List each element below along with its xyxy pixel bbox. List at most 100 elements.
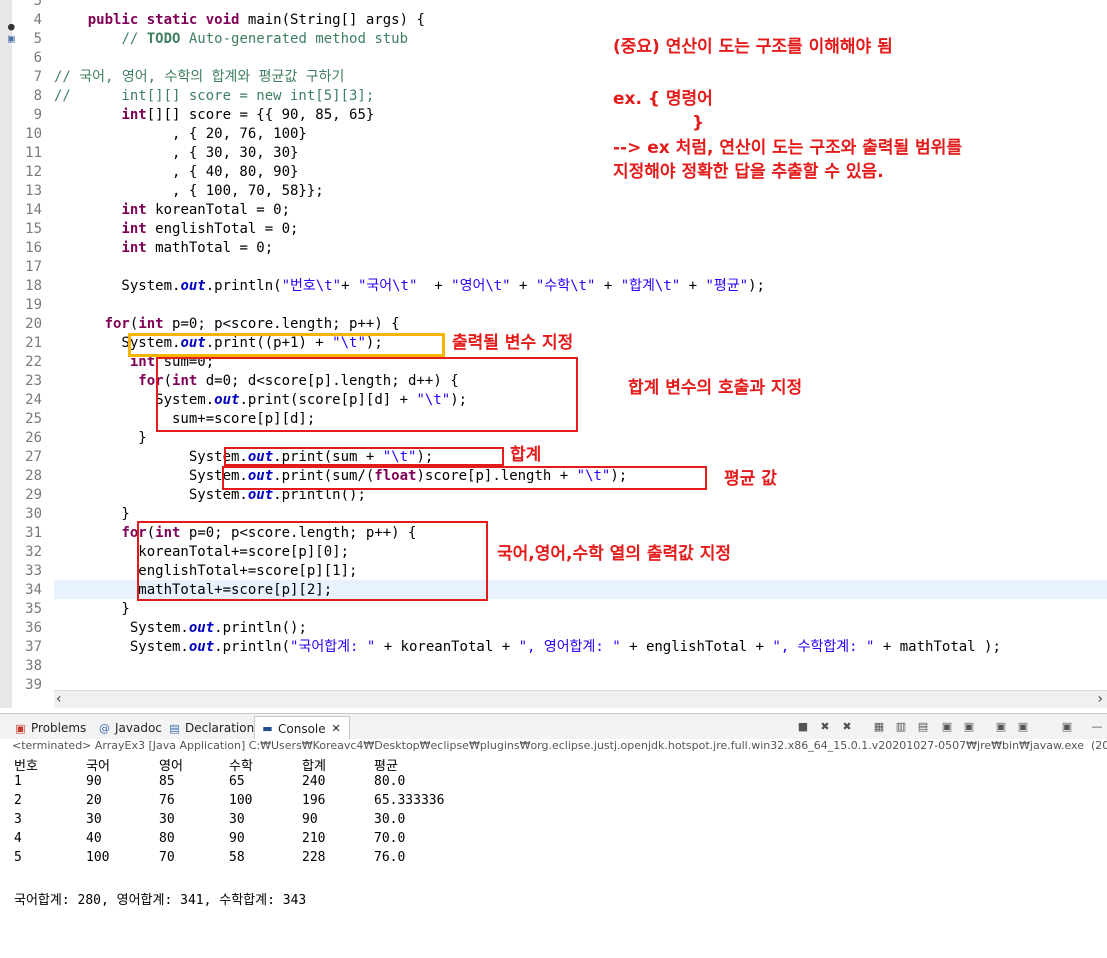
line-number: 17 <box>25 259 42 275</box>
console-cell: 210 <box>302 831 326 846</box>
horizontal-scrollbar[interactable]: ‹ › <box>54 690 1107 708</box>
javadoc-icon: @ <box>99 721 110 735</box>
pin-console-icon[interactable]: ▣ <box>940 720 954 734</box>
code-line[interactable]: } <box>54 505 129 524</box>
console-cell: 76.0 <box>374 850 406 865</box>
console-cell: 80.0 <box>374 774 406 789</box>
console-cell: 90 <box>229 831 245 846</box>
console-cell: 평균 <box>374 759 398 774</box>
view-menu-icon[interactable]: ▣ <box>1060 720 1074 734</box>
tab-problems[interactable]: ▣ Problems <box>14 718 86 738</box>
console-cell: 번호 <box>14 759 38 774</box>
console-cell: 30 <box>229 812 245 827</box>
tab-problems-label: Problems <box>31 721 87 735</box>
line-number: 33 <box>25 563 42 579</box>
code-line[interactable]: System.out.println("국어합계: " + koreanTota… <box>54 638 1001 657</box>
display-console-icon[interactable]: ▣ <box>962 720 976 734</box>
line-number: 24 <box>25 392 42 408</box>
line-number: 10 <box>25 126 42 142</box>
line-number: 14 <box>25 202 42 218</box>
code-line[interactable]: // 국어, 영어, 수학의 합계와 평균값 구하기 <box>54 68 344 87</box>
code-line[interactable]: System.out.println(); <box>54 619 307 638</box>
console-cell: 30.0 <box>374 812 406 827</box>
line-number: 5 <box>33 31 42 47</box>
task-marker-icon: ▣ <box>8 32 15 45</box>
tab-javadoc[interactable]: @ Javadoc <box>98 718 162 738</box>
code-line[interactable]: } <box>54 600 129 619</box>
line-number: 34 <box>25 582 42 598</box>
line-number: 25 <box>25 411 42 427</box>
code-line[interactable]: , { 20, 76, 100} <box>54 125 307 144</box>
console-cell: 수학 <box>229 759 253 774</box>
minimize-icon[interactable]: — <box>1090 720 1104 734</box>
line-number: 38 <box>25 658 42 674</box>
line-number: 9 <box>33 107 42 123</box>
view-tab-bar: ▣ Problems @ Javadoc ▤ Declaration ▬ Con… <box>0 713 1107 740</box>
code-line[interactable]: int[][] score = {{ 90, 85, 65} <box>54 106 374 125</box>
line-number: 4 <box>33 12 42 28</box>
editor-gutter <box>0 0 12 708</box>
word-wrap-icon[interactable]: ▤ <box>916 720 930 734</box>
code-line[interactable]: , { 100, 70, 58}}; <box>54 182 324 201</box>
code-line[interactable]: // int[][] score = new int[5][3]; <box>54 87 374 106</box>
console-cell: 영어 <box>159 759 183 774</box>
line-number: 11 <box>25 145 42 161</box>
scroll-right-icon[interactable]: › <box>1097 691 1103 707</box>
tab-console[interactable]: ▬ Console ✕ <box>254 716 350 740</box>
line-number: 23 <box>25 373 42 389</box>
code-line[interactable]: System.out.println("번호\t"+ "국어\t" + "영어\… <box>54 277 765 296</box>
console-cell: 70 <box>159 850 175 865</box>
remove-launch-icon[interactable]: ✖ <box>818 720 832 734</box>
console-cell: 196 <box>302 793 326 808</box>
close-icon[interactable]: ✕ <box>330 722 343 735</box>
line-number: 22 <box>25 354 42 370</box>
console-totals: 국어합계: 280, 영어합계: 341, 수학합계: 343 <box>14 893 307 908</box>
avg-print-highlight-box <box>222 466 707 490</box>
column-totals-highlight-box <box>137 521 488 601</box>
console-cell: 2 <box>14 793 22 808</box>
code-line[interactable]: for(int p=0; p<score.length; p++) { <box>54 315 400 334</box>
console-cell: 20 <box>86 793 102 808</box>
scroll-lock-icon[interactable]: ▥ <box>894 720 908 734</box>
code-line[interactable]: } <box>54 429 146 448</box>
code-line[interactable]: int englishTotal = 0; <box>54 220 298 239</box>
code-line[interactable]: , { 40, 80, 90} <box>54 163 298 182</box>
annotation-explanation-1: --> ex 처럼, 연산이 도는 구조와 출력될 범위를 <box>613 138 962 158</box>
new-console-icon[interactable]: ▣ <box>1016 720 1030 734</box>
open-console-icon[interactable]: ▣ <box>994 720 1008 734</box>
console-cell: 90 <box>302 812 318 827</box>
code-line[interactable]: , { 30, 30, 30} <box>54 144 298 163</box>
line-number: 29 <box>25 487 42 503</box>
annotation-average: 평균 값 <box>724 469 777 489</box>
console-cell: 58 <box>229 850 245 865</box>
code-line[interactable]: int mathTotal = 0; <box>54 239 273 258</box>
console-cell: 1 <box>14 774 22 789</box>
line-number: 37 <box>25 639 42 655</box>
problems-icon: ▣ <box>15 721 26 735</box>
sum-print-highlight-box <box>224 447 504 466</box>
annotation-sum: 합계 <box>510 445 542 465</box>
console-cell: 40 <box>86 831 102 846</box>
line-number: 5 <box>33 0 42 9</box>
code-line[interactable]: public static void main(String[] args) { <box>54 11 425 30</box>
line-number: 8 <box>33 88 42 104</box>
declaration-icon: ▤ <box>169 721 180 735</box>
line-number: 35 <box>25 601 42 617</box>
clear-console-icon[interactable]: ▦ <box>872 720 886 734</box>
line-number: 36 <box>25 620 42 636</box>
line-number: 39 <box>25 677 42 693</box>
console-output[interactable]: <terminated> ArrayEx3 [Java Application]… <box>0 739 1107 958</box>
print-variable-highlight-box <box>128 333 445 357</box>
remove-all-icon[interactable]: ✖ <box>840 720 854 734</box>
tab-declaration[interactable]: ▤ Declaration <box>168 718 254 738</box>
annotation-print-variable: 출력될 변수 지정 <box>452 333 574 353</box>
line-number: 32 <box>25 544 42 560</box>
code-line[interactable]: int koreanTotal = 0; <box>54 201 290 220</box>
code-line[interactable]: // TODO Auto-generated method stub <box>54 30 408 49</box>
line-number: 12 <box>25 164 42 180</box>
console-cell: 240 <box>302 774 326 789</box>
terminate-icon[interactable]: ■ <box>796 720 810 734</box>
scroll-left-icon[interactable]: ‹ <box>56 691 62 707</box>
line-number: 21 <box>25 335 42 351</box>
code-editor[interactable]: 5 4 public static void main(String[] args… <box>0 0 1107 708</box>
